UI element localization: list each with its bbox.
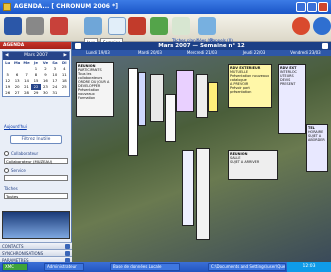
collaborator-select[interactable]: Collaborateur (MUZEAU) xyxy=(4,158,68,164)
tools-icon[interactable] xyxy=(26,17,44,35)
day-header[interactable]: Mardi 20/03 xyxy=(124,50,176,56)
window-icon[interactable] xyxy=(108,17,126,35)
collaborator-radio[interactable] xyxy=(4,151,9,156)
prev-month-icon[interactable]: ◀ xyxy=(5,53,8,58)
calendar-day[interactable]: 31 xyxy=(50,90,59,96)
event-card[interactable] xyxy=(165,94,176,142)
calendar-day[interactable]: 28 xyxy=(22,90,31,96)
day-header[interactable]: Vendredi 23/03 xyxy=(280,50,331,56)
earth-icon[interactable] xyxy=(172,17,190,35)
filter-button[interactable]: Filtrez Inutile xyxy=(10,135,62,144)
minimize-button[interactable] xyxy=(296,2,306,12)
chart-icon[interactable] xyxy=(128,17,146,35)
event-line: Prévoir part présentation xyxy=(230,86,252,94)
taskbar: XMC Administrateur Base de données Local… xyxy=(0,262,331,272)
service-label: Service xyxy=(11,168,26,173)
next-week-icon[interactable] xyxy=(322,43,328,49)
event-card[interactable] xyxy=(150,74,164,122)
calendar-day[interactable]: 30 xyxy=(41,90,50,96)
event-line: SUJET A ARRIVER xyxy=(230,160,260,164)
monitor-icon[interactable] xyxy=(198,17,216,35)
calendar-day xyxy=(60,90,69,96)
app-icon xyxy=(3,3,11,11)
toolbar: Tâches planifiées (0) Rappels (0) Jour S… xyxy=(0,14,331,46)
calendar-month-label: Mars 2007 xyxy=(24,53,48,58)
home-icon[interactable] xyxy=(4,17,22,35)
taskbar-item[interactable]: Administrateur xyxy=(44,263,84,271)
maximize-button[interactable] xyxy=(307,2,317,12)
tasks-select[interactable]: Toutes xyxy=(4,193,68,199)
calendar-day[interactable]: 26 xyxy=(3,90,12,96)
day-header[interactable]: Jeudi 22/03 xyxy=(228,50,280,56)
event-card[interactable] xyxy=(128,68,138,156)
event-card[interactable] xyxy=(196,148,210,240)
day-header[interactable]: Mercredi 21/03 xyxy=(176,50,228,56)
event-card[interactable] xyxy=(176,70,194,112)
tasks-label: Tâches xyxy=(4,186,18,191)
agenda-view: Mars 2007 — Semaine n° 12 Lundi 19/03 Ma… xyxy=(72,42,331,262)
taskbar-item[interactable]: Base de données Locale xyxy=(110,263,180,271)
event-card[interactable] xyxy=(182,150,194,226)
calendar-month: ◀ Mars 2007 ▶ xyxy=(3,52,69,60)
event-line: PRESENT xyxy=(280,82,296,86)
event-line: ORDRE DU JOUR A DEVELOPPER xyxy=(78,80,110,88)
collaborator-label: Collaborateur xyxy=(11,151,39,156)
event-card[interactable]: RDV EXTERIEUR MUTUELLE Présentation nouv… xyxy=(228,64,272,108)
event-card[interactable] xyxy=(138,72,146,126)
today-link[interactable]: Aujourd'hui xyxy=(4,124,27,129)
day-header[interactable]: Lundi 19/03 xyxy=(72,50,124,56)
calendar-grid: Lu Ma Me Je Ve Sa Di 1 2 3 4 5 6 7 8 9 10 11 12 13 14 15 16 17 1… xyxy=(3,60,69,96)
users-icon[interactable] xyxy=(150,17,168,35)
sidebar: AGENDA ◀ Mars 2007 ▶ Lu Ma Me Je Ve Sa Di 1 2 3 4 5… xyxy=(0,42,72,270)
event-card[interactable]: TEL HORAIRE SUJET A ABORDER xyxy=(306,124,328,172)
week-header: Mars 2007 — Semaine n° 12 xyxy=(72,42,331,50)
event-card[interactable]: REUNION PARTICIPANTS Tous les collaborat… xyxy=(76,62,114,117)
help-icon[interactable] xyxy=(292,17,310,35)
title-bar: AGENDA... [ CHRONUM 2006 *] xyxy=(0,0,331,14)
info-icon[interactable] xyxy=(313,17,331,35)
close-button[interactable] xyxy=(318,2,328,12)
event-line: Formation xyxy=(78,96,96,100)
event-card[interactable] xyxy=(196,74,208,118)
sidebar-header: AGENDA xyxy=(0,42,71,49)
next-month-icon[interactable]: ▶ xyxy=(64,53,67,58)
service-radio[interactable] xyxy=(4,168,9,173)
event-card[interactable] xyxy=(208,82,218,112)
calendar-day[interactable]: 27 xyxy=(12,90,21,96)
flag-icon[interactable] xyxy=(50,17,68,35)
week-title: Mars 2007 — Semaine n° 12 xyxy=(158,43,245,49)
calendar-day[interactable]: 29 xyxy=(31,90,40,96)
event-line: Tous les collaborateurs xyxy=(78,72,103,80)
prev-week-icon[interactable] xyxy=(75,43,81,49)
system-clock: 12:03 xyxy=(287,262,331,272)
event-line: ABORDER xyxy=(308,138,325,142)
taskbar-item[interactable]: C:\Documents and Settings\user\Queue\CHR… xyxy=(208,263,286,271)
event-line: Présentation nouveaux xyxy=(78,88,100,96)
preview-image xyxy=(2,211,70,239)
day-header-row: Lundi 19/03 Mardi 20/03 Mercredi 21/03 J… xyxy=(72,50,331,56)
window-title: AGENDA... [ CHRONUM 2006 *] xyxy=(14,3,118,10)
mini-calendar: ◀ Mars 2007 ▶ Lu Ma Me Je Ve Sa Di 1 2 3 4 5 6 7 8 9 10 1… xyxy=(2,51,70,97)
service-select[interactable] xyxy=(4,175,68,181)
event-card[interactable]: RDV EXT INTERLOC UTEURS DEVIS PRESENT xyxy=(278,64,306,134)
calendar-icon[interactable] xyxy=(84,17,102,35)
event-card[interactable]: REUNION SALLE SUJET A ARRIVER xyxy=(228,150,278,180)
start-button[interactable]: XMC xyxy=(2,263,28,271)
